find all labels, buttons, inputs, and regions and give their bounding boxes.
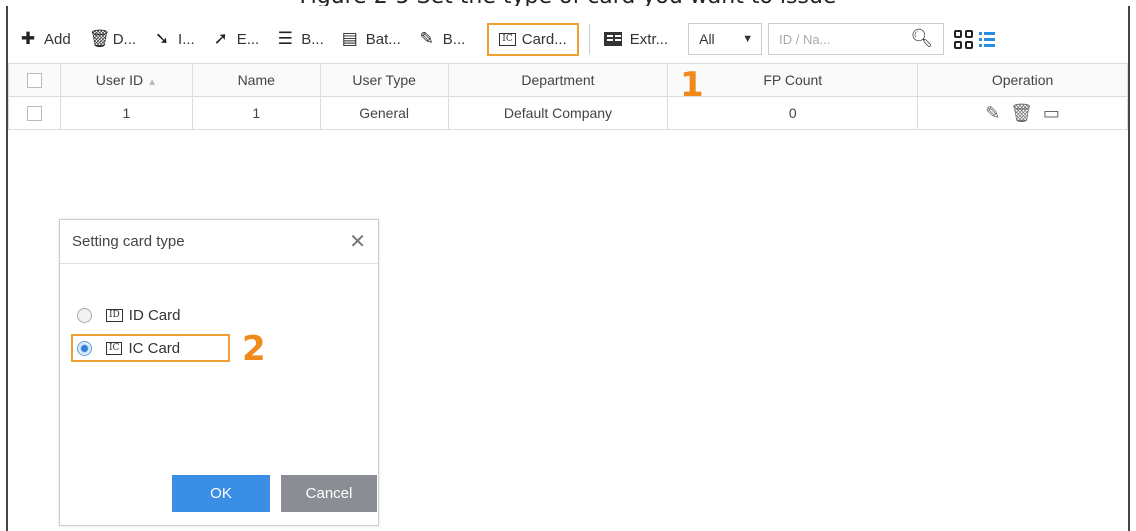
add-label: Add: [44, 30, 71, 48]
export-button[interactable]: ➚ E...: [213, 29, 260, 49]
batch-label: Bat...: [365, 30, 401, 48]
col-user-id-label: User ID: [95, 72, 144, 88]
pencil-icon: ✎: [419, 29, 434, 48]
row-select-cell[interactable]: [8, 96, 61, 130]
import-arrow-icon: ➘: [154, 29, 170, 48]
col-department: Department: [447, 63, 669, 97]
extract-label: Extr...: [629, 30, 669, 48]
id-reader-icon: [603, 32, 622, 46]
cell-department: Default Company: [447, 96, 669, 130]
export-label: E...: [236, 30, 260, 48]
id-card-label: ID Card: [128, 306, 181, 324]
dialog-header: Setting card type ✕: [60, 220, 378, 264]
filter-value: All: [699, 31, 715, 47]
cell-fp-count: 0: [667, 96, 919, 130]
col-name: Name: [191, 63, 321, 97]
toolbar: ✚ Add 🗑 D... ➘ I... ➚ E... ☰ B... ▤ Bat.…: [8, 16, 1128, 62]
cancel-button[interactable]: Cancel: [281, 475, 377, 512]
batch-issue-label: B...: [301, 30, 324, 48]
batch-button[interactable]: ▤ Bat...: [342, 29, 401, 49]
batch-edit-label: B...: [442, 30, 466, 48]
grid-view-icon[interactable]: [954, 29, 974, 49]
delete-icon[interactable]: 🗑: [1010, 103, 1033, 124]
annotation-step-2: 2: [242, 329, 266, 369]
batch-issue-button[interactable]: ☰ B...: [277, 29, 324, 49]
filter-select[interactable]: All ▼: [688, 23, 763, 55]
plus-icon: ✚: [20, 29, 36, 48]
ic-card-icon: IC: [499, 32, 516, 46]
app-window: ✚ Add 🗑 D... ➘ I... ➚ E... ☰ B... ▤ Bat.…: [6, 6, 1130, 531]
row-checkbox[interactable]: [26, 106, 42, 122]
card-detail-icon[interactable]: ▭: [1043, 103, 1060, 124]
search-placeholder: ID / Na...: [779, 31, 831, 47]
sort-asc-icon[interactable]: ▲: [147, 77, 157, 88]
chevron-down-icon: ▼: [742, 33, 754, 45]
card-type-button[interactable]: IC Card...: [487, 22, 579, 56]
card-type-label: Card...: [521, 30, 567, 48]
toolbar-divider: [588, 24, 590, 54]
import-label: I...: [178, 30, 195, 48]
add-button[interactable]: ✚ Add: [20, 29, 71, 49]
cell-user-id: 1: [59, 96, 193, 130]
select-all-cell[interactable]: [8, 63, 61, 97]
col-operation: Operation: [917, 63, 1128, 97]
table-row: 1 1 General Default Company 0 ✎ 🗑 ▭: [8, 96, 1128, 130]
batch-list-icon: ☰: [277, 29, 293, 48]
cell-name: 1: [191, 96, 321, 130]
batch-edit-button[interactable]: ✎ B...: [419, 29, 466, 49]
ok-button[interactable]: OK: [172, 475, 270, 512]
id-card-option[interactable]: ID ID Card: [77, 304, 180, 326]
col-fp-count: FP Count: [667, 63, 919, 97]
table-header-row: User ID ▲ Name User Type Department FP Co…: [8, 63, 1128, 97]
ic-card-icon: IC: [106, 341, 123, 355]
select-all-checkbox[interactable]: [26, 73, 42, 89]
setting-card-type-dialog: Setting card type ✕ ID ID Card IC IC Car…: [59, 219, 379, 526]
col-user-type: User Type: [319, 63, 449, 97]
user-table: User ID ▲ Name User Type Department FP Co…: [8, 63, 1128, 130]
dialog-title: Setting card type: [72, 233, 185, 250]
export-arrow-icon: ➚: [213, 29, 228, 48]
search-input[interactable]: ID / Na... 🔍︎: [768, 23, 945, 55]
edit-icon[interactable]: ✎: [985, 103, 1000, 124]
id-card-radio[interactable]: [77, 307, 92, 323]
extract-button[interactable]: Extr...: [603, 30, 669, 48]
cell-operation: ✎ 🗑 ▭: [917, 96, 1128, 130]
list-view-icon[interactable]: [979, 31, 996, 47]
ic-card-option[interactable]: IC IC Card: [77, 337, 180, 359]
card-stack-icon: ▤: [341, 29, 358, 48]
close-icon[interactable]: ✕: [349, 229, 366, 254]
cell-user-type: General: [319, 96, 449, 130]
annotation-step-1: 1: [680, 65, 704, 105]
search-icon[interactable]: 🔍︎: [910, 28, 933, 49]
delete-label: D...: [112, 30, 137, 48]
ic-card-label: IC Card: [128, 339, 181, 357]
delete-button[interactable]: 🗑 D...: [89, 29, 136, 49]
id-card-icon: ID: [106, 308, 123, 322]
import-button[interactable]: ➘ I...: [154, 29, 195, 49]
trash-icon: 🗑: [88, 29, 111, 48]
ic-card-radio[interactable]: [77, 340, 92, 356]
col-user-id[interactable]: User ID ▲: [59, 63, 193, 97]
